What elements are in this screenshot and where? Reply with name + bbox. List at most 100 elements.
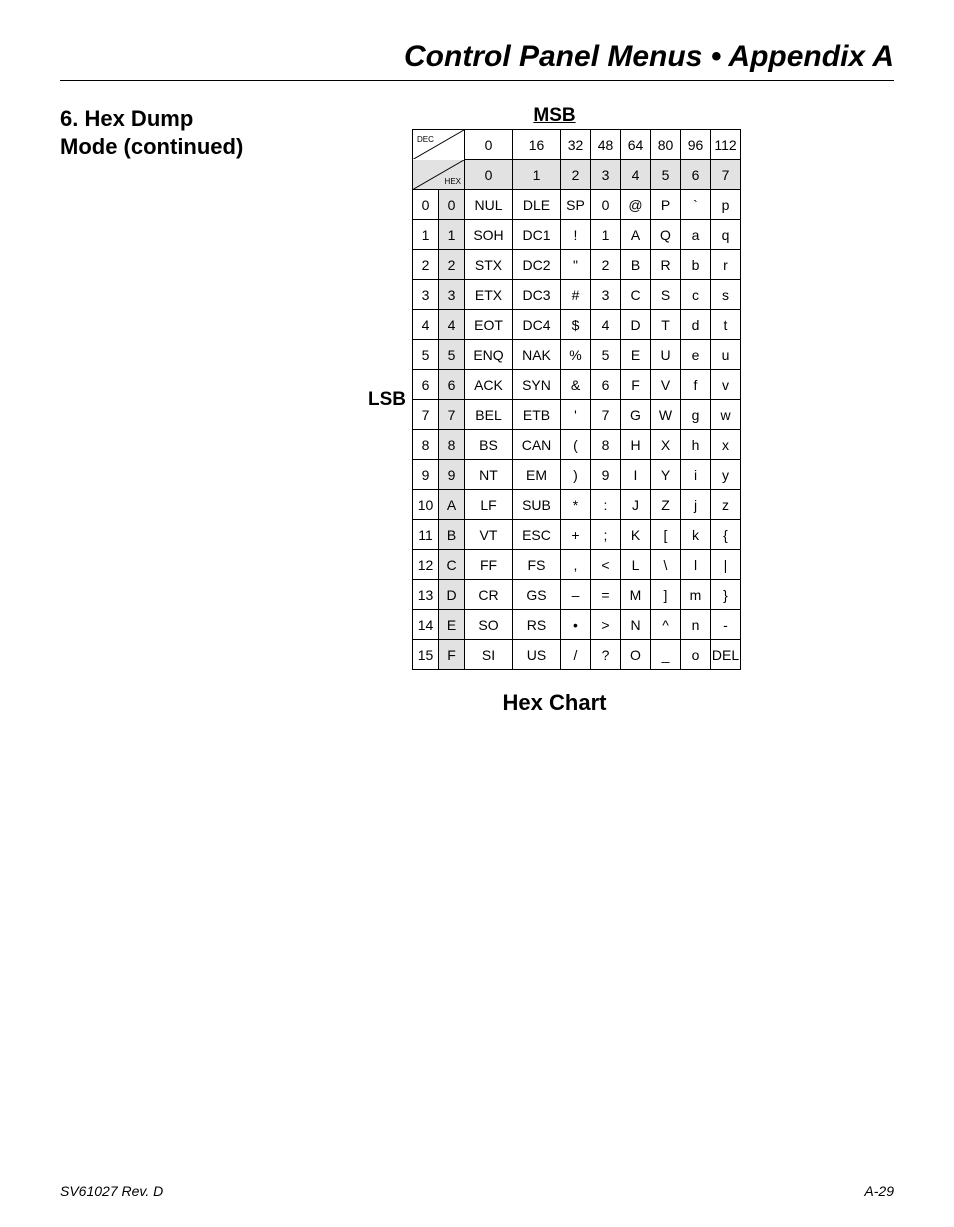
cell: ETX (465, 280, 513, 310)
cell: t (711, 310, 741, 340)
cell: VT (465, 520, 513, 550)
cell: ENQ (465, 340, 513, 370)
cell: $ (561, 310, 591, 340)
cell: f (681, 370, 711, 400)
hex-side: F (439, 640, 465, 670)
cell: CR (465, 580, 513, 610)
dec-top: 32 (561, 130, 591, 160)
table-row: 14ESORS•>N^n- (413, 610, 741, 640)
cell: s (711, 280, 741, 310)
cell: SO (465, 610, 513, 640)
cell: ( (561, 430, 591, 460)
dec-diag-label: DEC (417, 135, 434, 144)
cell: GS (513, 580, 561, 610)
hex-side: 5 (439, 340, 465, 370)
hex-side: D (439, 580, 465, 610)
cell: j (681, 490, 711, 520)
cell: 4 (591, 310, 621, 340)
cell: 1 (591, 220, 621, 250)
hex-side: 7 (439, 400, 465, 430)
cell: I (621, 460, 651, 490)
cell: DC1 (513, 220, 561, 250)
cell: T (651, 310, 681, 340)
dec-top: 0 (465, 130, 513, 160)
cell: F (621, 370, 651, 400)
dec-side: 15 (413, 640, 439, 670)
cell: ESC (513, 520, 561, 550)
dec-side: 13 (413, 580, 439, 610)
table-row: 77BELETB'7GWgw (413, 400, 741, 430)
table-row: 12CFFFS,<L\l| (413, 550, 741, 580)
cell: A (621, 220, 651, 250)
chart-title: Hex Chart (503, 690, 607, 716)
cell: h (681, 430, 711, 460)
cell: @ (621, 190, 651, 220)
cell: D (621, 310, 651, 340)
cell: 0 (591, 190, 621, 220)
cell: G (621, 400, 651, 430)
dec-side: 1 (413, 220, 439, 250)
table-row: 88BSCAN(8HXhx (413, 430, 741, 460)
dec-side: 6 (413, 370, 439, 400)
cell: ETB (513, 400, 561, 430)
cell: a (681, 220, 711, 250)
cell: , (561, 550, 591, 580)
cell: / (561, 640, 591, 670)
cell: US (513, 640, 561, 670)
cell: m (681, 580, 711, 610)
cell: _ (651, 640, 681, 670)
cell: l (681, 550, 711, 580)
table-row: 55ENQNAK%5EUeu (413, 340, 741, 370)
hex-top: 0 (465, 160, 513, 190)
hex-diag-label: HEX (445, 177, 461, 186)
cell: # (561, 280, 591, 310)
cell: N (621, 610, 651, 640)
cell: S (651, 280, 681, 310)
hex-header-row: HEX 0 1 2 3 4 5 6 7 (413, 160, 741, 190)
lsb-label: LSB (368, 389, 406, 411)
cell: n (681, 610, 711, 640)
table-row: 66ACKSYN&6FVfv (413, 370, 741, 400)
cell: EOT (465, 310, 513, 340)
cell: SOH (465, 220, 513, 250)
cell: % (561, 340, 591, 370)
cell: \ (651, 550, 681, 580)
cell: • (561, 610, 591, 640)
hex-side: 1 (439, 220, 465, 250)
cell: " (561, 250, 591, 280)
cell: p (711, 190, 741, 220)
cell: k (681, 520, 711, 550)
cell: } (711, 580, 741, 610)
cell: b (681, 250, 711, 280)
section-heading: 6. Hex Dump Mode (continued) (60, 105, 310, 160)
cell: i (681, 460, 711, 490)
cell: 7 (591, 400, 621, 430)
cell: STX (465, 250, 513, 280)
footer-left: SV61027 Rev. D (60, 1183, 163, 1199)
hex-side: B (439, 520, 465, 550)
cell: B (621, 250, 651, 280)
hex-top: 2 (561, 160, 591, 190)
cell: NAK (513, 340, 561, 370)
cell: R (651, 250, 681, 280)
table-row: 00NULDLESP0@P`p (413, 190, 741, 220)
cell: O (621, 640, 651, 670)
cell: J (621, 490, 651, 520)
hex-side: 6 (439, 370, 465, 400)
cell: DLE (513, 190, 561, 220)
dec-side: 5 (413, 340, 439, 370)
cell: 6 (591, 370, 621, 400)
cell: e (681, 340, 711, 370)
dec-side: 12 (413, 550, 439, 580)
cell: 3 (591, 280, 621, 310)
cell: V (651, 370, 681, 400)
section-line2: Mode (continued) (60, 133, 310, 161)
dec-top: 80 (651, 130, 681, 160)
cell: : (591, 490, 621, 520)
cell: SYN (513, 370, 561, 400)
cell: ' (561, 400, 591, 430)
hex-side: A (439, 490, 465, 520)
cell: w (711, 400, 741, 430)
cell: u (711, 340, 741, 370)
dec-side: 0 (413, 190, 439, 220)
